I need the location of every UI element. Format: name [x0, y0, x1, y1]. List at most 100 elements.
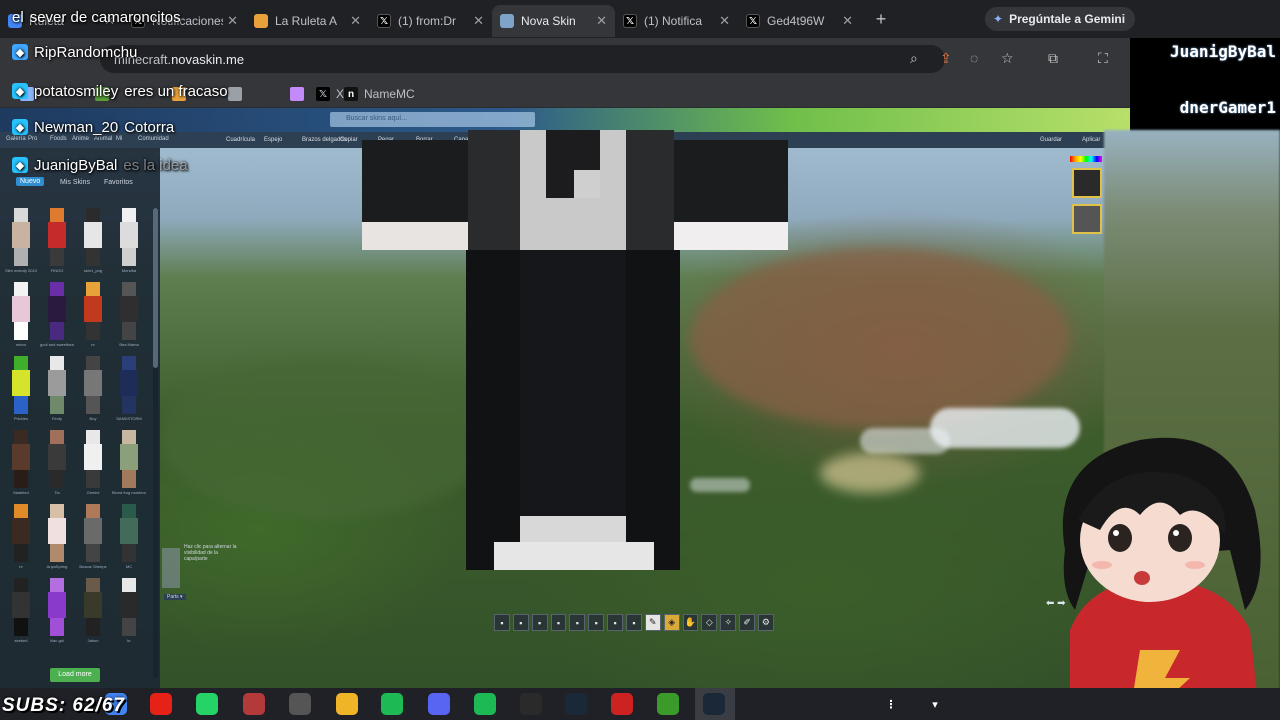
picker-tool[interactable]: ✐ — [739, 614, 756, 631]
editor-menu-item[interactable]: Copiar — [340, 137, 358, 143]
skin-thumbnail[interactable]: mixxo — [6, 282, 36, 350]
editor-menu-item[interactable]: Espejo — [264, 137, 282, 143]
skin-thumbnail[interactable]: goul and sweetheart — [40, 282, 74, 350]
obs-icon[interactable] — [289, 693, 311, 715]
site-search-input[interactable]: Buscar skins aquí... — [330, 112, 535, 127]
bookmark-6[interactable]: 𝕏X — [316, 87, 344, 101]
editor-action-1[interactable]: Aplicar — [1082, 137, 1100, 143]
extensions-icon[interactable]: ⧉ — [1048, 50, 1058, 67]
skin-thumbnail[interactable]: Jabon — [78, 578, 108, 646]
chat-message: ◆ potatosmiley eres un fracaso — [12, 80, 228, 102]
primary-color-swatch[interactable] — [1072, 168, 1102, 198]
tray-chevron-icon[interactable]: ▾ — [924, 693, 946, 715]
color-palette[interactable] — [1068, 156, 1104, 242]
skin-thumbnail[interactable]: AnyaSpring — [42, 504, 72, 572]
secondary-color-swatch[interactable] — [1072, 204, 1102, 234]
skin-thumbnail[interactable]: Bea Mama — [114, 282, 144, 350]
editor-menu-item[interactable]: Cuadrícula — [226, 137, 255, 143]
spotify-icon[interactable] — [474, 693, 496, 715]
tab-6[interactable]: 𝕏 (1) Notifica ✕ — [615, 5, 738, 37]
skin-thumbnail[interactable]: Prickles — [6, 356, 36, 424]
install-icon[interactable]: ⇪ — [940, 50, 952, 67]
skin-thumbnail[interactable]: Gemini — [78, 430, 108, 498]
close-icon[interactable]: ✕ — [350, 13, 361, 29]
vpn-icon[interactable] — [243, 693, 265, 715]
skin-body — [120, 444, 138, 470]
bookmark-5[interactable] — [290, 87, 310, 101]
tool-slot-8[interactable]: ▪ — [626, 614, 642, 631]
close-icon[interactable]: ✕ — [473, 13, 484, 29]
translate-icon[interactable]: ⛶ — [1098, 50, 1108, 67]
skin-thumbnail[interactable]: FINGO — [42, 208, 72, 276]
greenapp-icon[interactable] — [381, 693, 403, 715]
color-spectrum[interactable] — [1070, 156, 1102, 162]
tool-slot-4[interactable]: ▪ — [550, 614, 567, 631]
noise-tool[interactable]: ✧ — [720, 614, 737, 631]
tool-slot-5[interactable]: ▪ — [569, 614, 586, 631]
tool-slot-2[interactable]: ▪ — [512, 614, 529, 631]
skin-thumbnail[interactable]: Fenty — [42, 356, 72, 424]
pencil-tool[interactable]: ✎ — [644, 614, 661, 631]
skin-thumbnail[interactable]: Tio — [42, 430, 72, 498]
eye-off-icon[interactable]: ◌ — [970, 50, 978, 66]
taskbar-more-icon[interactable]: ⋮ — [880, 693, 902, 715]
tool-slot-3[interactable]: ▪ — [531, 614, 548, 631]
taskx-icon[interactable] — [611, 693, 633, 715]
tool-slot-6[interactable]: ▪ — [588, 614, 605, 631]
address-bar[interactable]: minecraft. novaskin.me — [100, 45, 945, 73]
skin-thumbnail[interactable]: kr — [114, 578, 144, 646]
tool-slot-7[interactable]: ▪ — [607, 614, 624, 631]
youtube-icon[interactable] — [150, 693, 172, 715]
skin-thumbnail[interactable]: Madeled — [6, 430, 36, 498]
tab-5[interactable]: Nova Skin ✕ — [492, 5, 615, 37]
close-icon[interactable]: ✕ — [842, 13, 853, 29]
new-tab-button[interactable]: + — [867, 9, 895, 30]
skin-legs — [14, 322, 28, 340]
skin-thumbnail[interactable]: nr — [78, 282, 108, 350]
steam2-icon[interactable] — [703, 693, 725, 715]
skin-thumbnail[interactable]: MC — [114, 504, 144, 572]
skin-thumbnail[interactable]: lilac gal — [42, 578, 72, 646]
skin-thumbnail[interactable]: seeked — [6, 578, 36, 646]
skin-thumbnail[interactable]: Blond frog mushroom girl — [112, 430, 146, 498]
scrollbar-thumb[interactable] — [153, 208, 158, 368]
skin-thumbnail[interactable]: nr — [6, 504, 36, 572]
parts-dropdown[interactable]: Parts ▾ — [164, 594, 186, 600]
sidebar-tab-3[interactable]: Favoritos — [104, 179, 133, 186]
discord-icon[interactable] — [428, 693, 450, 715]
skin-thumbnail[interactable]: SANDSTORM — [114, 356, 144, 424]
epic-icon[interactable] — [520, 693, 542, 715]
gemini-button[interactable]: ✦ Pregúntale a Gemini — [985, 7, 1136, 31]
explorer-icon[interactable] — [336, 693, 358, 715]
tab-3[interactable]: La Ruleta A ✕ — [246, 5, 369, 37]
skin-thumbnail[interactable]: Slim melody 2024 — [5, 208, 37, 276]
settings-tool[interactable]: ⚙ — [758, 614, 774, 631]
load-more-button[interactable]: Load more — [50, 668, 100, 682]
close-icon[interactable]: ✕ — [596, 13, 607, 29]
tab-7[interactable]: 𝕏 Ged4t96W ✕ — [738, 5, 861, 37]
bookmark-7[interactable]: n NameMC — [344, 87, 415, 101]
sidebar-tab-2[interactable]: Mis Skins — [60, 179, 90, 186]
eraser-tool[interactable]: ◇ — [701, 614, 718, 631]
tab-4[interactable]: 𝕏 (1) from:Dr ✕ — [369, 5, 492, 37]
skin-3d-preview[interactable] — [360, 130, 790, 570]
minecraft-icon[interactable] — [657, 693, 679, 715]
bucket-tool[interactable]: ◈ — [663, 614, 680, 631]
mini-skin-icon[interactable] — [162, 548, 180, 588]
skin-thumbnail[interactable]: Buscar Sheeps — [78, 504, 108, 572]
sidebar-tab-1[interactable]: Nuevo — [16, 177, 45, 186]
skin-thumbnail[interactable]: Boy — [78, 356, 108, 424]
close-icon[interactable]: ✕ — [227, 13, 238, 29]
bookmark-star-icon[interactable]: ☆ — [1001, 50, 1014, 67]
whatsapp-icon[interactable] — [196, 693, 218, 715]
close-icon[interactable]: ✕ — [719, 13, 730, 29]
skin-thumbnail[interactable]: Mondha — [114, 208, 144, 276]
sidebar-scrollbar[interactable] — [153, 208, 158, 678]
tool-slot-1[interactable]: ▪ — [494, 614, 510, 631]
hand-tool[interactable]: ✋ — [682, 614, 699, 631]
zoom-icon[interactable]: ⌕ — [910, 50, 918, 67]
skin-thumbnail[interactable]: skin1_png — [78, 208, 108, 276]
editor-action-0[interactable]: Guardar — [1040, 137, 1062, 143]
steam-icon[interactable] — [565, 693, 587, 715]
bookmark-4[interactable] — [228, 87, 248, 101]
